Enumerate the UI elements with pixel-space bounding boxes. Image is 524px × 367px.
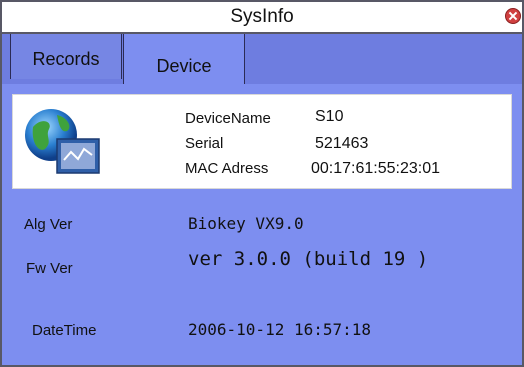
device-info-card: DeviceName S10 Serial 521463 MAC Adress … [12, 94, 512, 189]
window-title: SysInfo [230, 6, 294, 27]
tab-strip: Records Device [2, 34, 522, 84]
datetime-value: 2006-10-12 16:57:18 [188, 320, 372, 339]
globe-chart-icon [25, 109, 100, 174]
close-icon[interactable] [505, 8, 521, 24]
tab-device[interactable]: Device [123, 34, 245, 84]
device-name-label: DeviceName [185, 110, 271, 127]
datetime-label: DateTime [32, 322, 97, 339]
tab-records[interactable]: Records [10, 34, 122, 79]
alg-ver-value: Biokey VX9.0 [188, 214, 304, 233]
mac-address-label: MAC Adress [185, 160, 269, 177]
device-name-value: S10 [315, 108, 344, 125]
fw-ver-label: Fw Ver [26, 260, 73, 277]
fw-ver-value: ver 3.0.0 (build 19 ) [188, 248, 429, 270]
serial-label: Serial [185, 135, 224, 152]
serial-value: 521463 [315, 135, 369, 152]
device-panel: DeviceName S10 Serial 521463 MAC Adress … [2, 84, 522, 365]
mac-address-value: 00:17:61:55:23:01 [311, 160, 441, 177]
title-bar: SysInfo [2, 2, 522, 34]
sysinfo-window: SysInfo Records Device DeviceName S10 Se… [0, 0, 524, 367]
alg-ver-label: Alg Ver [24, 216, 73, 233]
